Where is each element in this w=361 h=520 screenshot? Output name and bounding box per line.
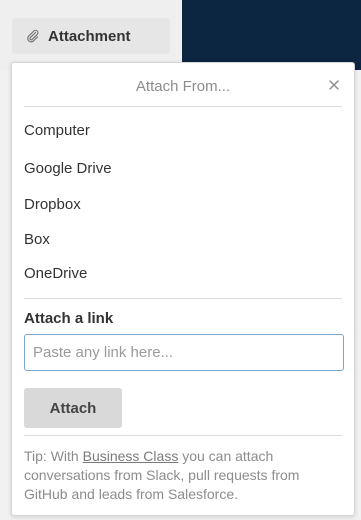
source-onedrive[interactable]: OneDrive [24, 265, 87, 282]
business-class-link[interactable]: Business Class [83, 448, 179, 464]
attachment-button-label: Attachment [48, 27, 131, 45]
header-divider [24, 106, 342, 107]
popover-title: Attach From... [135, 78, 231, 95]
board-background [182, 0, 361, 70]
attachment-button[interactable]: Attachment [12, 18, 170, 54]
source-google-drive[interactable]: Google Drive [24, 160, 112, 177]
popover-header: Attach From... [12, 63, 354, 109]
link-input[interactable] [24, 334, 344, 371]
attach-link-label: Attach a link [24, 310, 114, 327]
source-box[interactable]: Box [24, 231, 50, 248]
source-dropbox[interactable]: Dropbox [24, 196, 81, 213]
source-computer[interactable]: Computer [24, 122, 90, 139]
attach-popover: Attach From... Computer Google Drive Dro… [11, 62, 355, 516]
close-icon[interactable] [326, 77, 342, 93]
paperclip-icon [26, 29, 40, 43]
sources-divider [24, 298, 342, 299]
tip-divider [24, 435, 342, 436]
tip-text: Tip: With Business Class you can attach … [24, 447, 344, 504]
tip-prefix: Tip: With [24, 448, 83, 464]
attach-button[interactable]: Attach [24, 388, 122, 428]
